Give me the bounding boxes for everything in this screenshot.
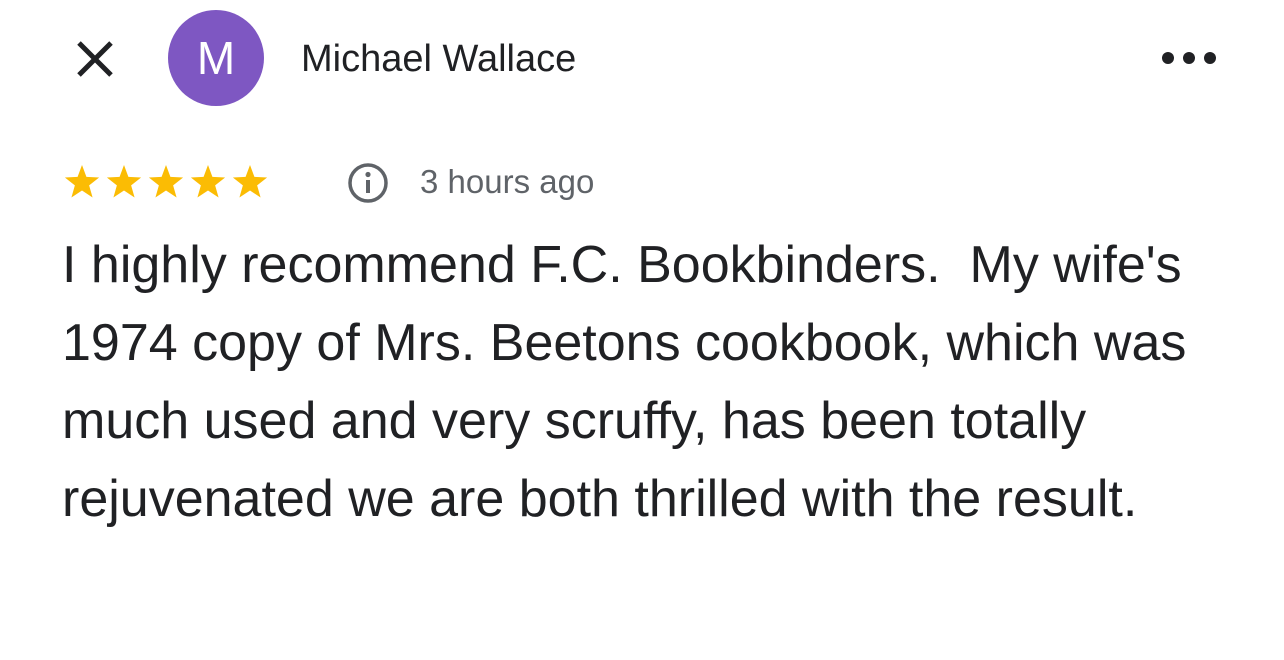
review-meta: 3 hours ago xyxy=(62,158,762,206)
more-horizontal-icon xyxy=(1162,52,1216,64)
review-text: I highly recommend F.C. Bookbinders. My … xyxy=(62,236,1216,528)
review-timestamp: 3 hours ago xyxy=(420,163,595,200)
author-name[interactable]: Michael Wallace xyxy=(301,36,576,82)
star-rating xyxy=(64,165,268,198)
close-button[interactable] xyxy=(70,34,120,84)
star-icon xyxy=(106,165,142,198)
star-icon xyxy=(232,165,268,198)
close-icon xyxy=(77,41,113,77)
avatar[interactable]: M xyxy=(168,10,264,106)
more-options-button[interactable] xyxy=(1154,38,1224,78)
star-icon xyxy=(64,165,100,198)
info-icon xyxy=(348,163,388,203)
star-icon xyxy=(148,165,184,198)
star-icon xyxy=(190,165,226,198)
info-button[interactable] xyxy=(345,160,391,206)
review-header: M Michael Wallace xyxy=(0,0,1284,120)
